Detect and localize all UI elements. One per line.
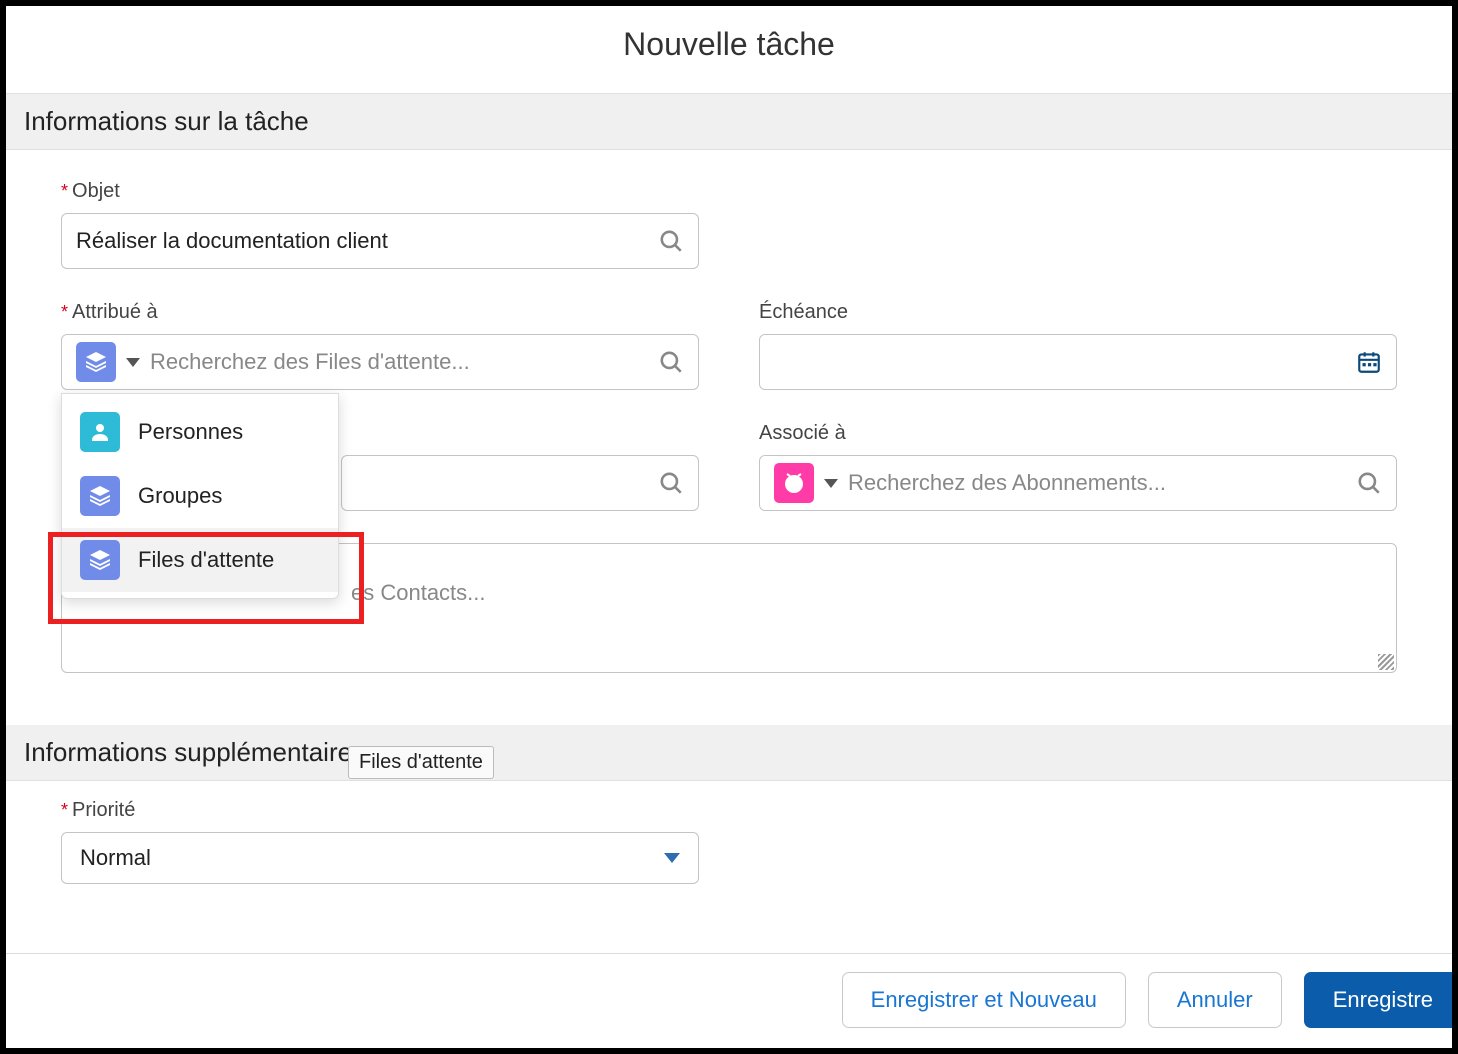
- assigned-type-caret[interactable]: [126, 358, 140, 367]
- dropdown-item-groupes[interactable]: Groupes: [62, 464, 338, 528]
- contacts-input-container[interactable]: [341, 455, 699, 511]
- stack-icon: [80, 476, 120, 516]
- priority-select[interactable]: Normal: [61, 832, 699, 884]
- dropdown-item-personnes[interactable]: Personnes: [62, 400, 338, 464]
- subject-input-container[interactable]: [61, 213, 699, 269]
- related-label: Associé à: [759, 422, 1397, 445]
- contacts-input[interactable]: [356, 470, 658, 496]
- due-date-input-container[interactable]: [759, 334, 1397, 390]
- resize-grip[interactable]: [1378, 654, 1394, 670]
- subject-label: Objet: [61, 180, 699, 203]
- search-icon: [658, 228, 684, 254]
- due-date-label: Échéance: [759, 301, 1397, 324]
- search-icon: [658, 349, 684, 375]
- due-date-input[interactable]: [774, 349, 1356, 375]
- related-input-container[interactable]: [759, 455, 1397, 511]
- priority-value: Normal: [80, 845, 151, 871]
- dropdown-item-label: Personnes: [138, 419, 243, 445]
- person-icon: [80, 412, 120, 452]
- cancel-button[interactable]: Annuler: [1148, 972, 1282, 1028]
- dropdown-item-label: Files d'attente: [138, 547, 274, 573]
- search-icon: [658, 470, 684, 496]
- assigned-input-container[interactable]: Personnes Groupes Files d'attente: [61, 334, 699, 390]
- save-button[interactable]: Enregistre: [1304, 972, 1452, 1028]
- search-icon: [1356, 470, 1382, 496]
- save-and-new-button[interactable]: Enregistrer et Nouveau: [842, 972, 1126, 1028]
- chevron-down-icon: [664, 853, 680, 863]
- tooltip-files-attente: Files d'attente: [348, 746, 494, 779]
- related-input[interactable]: [848, 470, 1356, 496]
- assigned-type-dropdown: Personnes Groupes Files d'attente: [61, 393, 339, 599]
- stack-icon: [80, 540, 120, 580]
- stack-icon[interactable]: [76, 342, 116, 382]
- dropdown-item-files-attente[interactable]: Files d'attente: [62, 528, 338, 592]
- assigned-label: Attribué à: [61, 301, 699, 324]
- modal-title: Nouvelle tâche: [6, 6, 1452, 94]
- section-extra-info: Informations supplémentaires: [6, 725, 1452, 781]
- calendar-icon[interactable]: [1356, 349, 1382, 375]
- subject-input[interactable]: [76, 228, 658, 254]
- assigned-input[interactable]: [150, 349, 658, 375]
- section-task-info: Informations sur la tâche: [6, 94, 1452, 150]
- related-type-caret[interactable]: [824, 479, 838, 488]
- footer-actions: Enregistrer et Nouveau Annuler Enregistr…: [6, 953, 1452, 1048]
- clock-icon[interactable]: [774, 463, 814, 503]
- dropdown-item-label: Groupes: [138, 483, 222, 509]
- priority-label: Priorité: [61, 799, 699, 822]
